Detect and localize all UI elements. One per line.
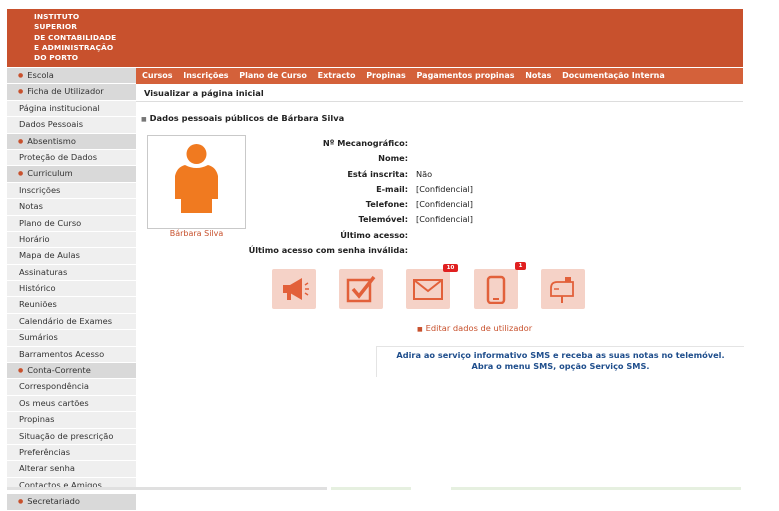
- envelope-icon: [413, 279, 443, 300]
- square-bullet-icon: ■: [141, 116, 147, 123]
- nav-extracto[interactable]: Extracto: [318, 68, 356, 84]
- sidebar-item-os-meus-cartoes[interactable]: Os meus cartões: [7, 396, 136, 413]
- sidebar-item-absentismo[interactable]: ● Absentismo: [7, 133, 136, 150]
- sidebar: ● Escola ● Ficha de Utilizador Página inst…: [7, 68, 136, 511]
- bullet-icon: ●: [18, 170, 24, 178]
- sms-info-line-1: Adira ao serviço informativo SMS e receb…: [396, 350, 725, 360]
- site-header: INSTITUTO SUPERIOR DE CONTABILIDADE E AD…: [7, 9, 743, 67]
- top-navigation: Cursos Inscrições Plano de Curso Extract…: [136, 68, 743, 84]
- bullet-icon: ●: [18, 137, 24, 145]
- label-nome: Nome:: [378, 153, 408, 163]
- label-telefone: Telefone:: [365, 199, 408, 209]
- megaphone-icon: [283, 278, 309, 300]
- label-ultimo-acesso-senha-invalida: Último acesso com senha inválida:: [248, 245, 408, 255]
- sidebar-item-mapa-de-aulas[interactable]: Mapa de Aulas: [7, 248, 136, 265]
- nav-cursos[interactable]: Cursos: [142, 68, 173, 84]
- announcements-button[interactable]: [272, 269, 316, 309]
- sidebar-item-alterar-senha[interactable]: Alterar senha: [7, 461, 136, 478]
- nav-plano-de-curso[interactable]: Plano de Curso: [239, 68, 307, 84]
- sidebar-item-preferencias[interactable]: Preferências: [7, 445, 136, 462]
- sidebar-item-pagina-institucional[interactable]: Página institucional: [7, 101, 136, 118]
- sidebar-item-sumarios[interactable]: Sumários: [7, 330, 136, 347]
- sidebar-item-conta-corrente[interactable]: ● Conta-Corrente: [7, 363, 136, 380]
- mobile-phone-icon: [486, 275, 506, 304]
- sms-info-line-2: Abra o menu SMS, opção Serviço SMS.: [471, 361, 650, 371]
- mailbox-icon: [550, 277, 574, 303]
- sidebar-item-protecao-de-dados[interactable]: Proteção de Dados: [7, 150, 136, 167]
- label-telemovel: Telemóvel:: [358, 214, 408, 224]
- institution-logo[interactable]: INSTITUTO SUPERIOR DE CONTABILIDADE E AD…: [34, 12, 116, 63]
- sms-button[interactable]: [474, 269, 518, 309]
- sidebar-item-barramentos-acesso[interactable]: Barramentos Acesso: [7, 347, 136, 364]
- value-telefone: [Confidencial]: [416, 199, 473, 209]
- nav-propinas[interactable]: Propinas: [366, 68, 406, 84]
- value-email: [Confidencial]: [416, 184, 473, 194]
- sidebar-item-situacao-de-prescricao[interactable]: Situação de prescrição: [7, 429, 136, 445]
- edit-user-data-link[interactable]: ■ Editar dados de utilizador: [417, 323, 532, 333]
- square-bullet-icon: ■: [417, 326, 423, 333]
- tasks-button[interactable]: [339, 269, 383, 309]
- sidebar-item-historico[interactable]: Histórico: [7, 281, 136, 298]
- sidebar-item-ficha-de-utilizador[interactable]: ● Ficha de Utilizador: [7, 84, 136, 101]
- nav-notas[interactable]: Notas: [525, 68, 551, 84]
- sidebar-item-assinaturas[interactable]: Assinaturas: [7, 265, 136, 282]
- checkbox-icon: [346, 275, 376, 303]
- sidebar-item-correspondencia[interactable]: Correspondência: [7, 379, 136, 396]
- label-email: E-mail:: [376, 184, 408, 194]
- value-esta-inscrita: Não: [416, 169, 433, 179]
- bullet-icon: ●: [18, 88, 24, 96]
- sidebar-item-reunioes[interactable]: Reuniões: [7, 297, 136, 314]
- sidebar-item-curriculum[interactable]: ● Curriculum: [7, 166, 136, 183]
- sidebar-item-dados-pessoais[interactable]: Dados Pessoais: [7, 117, 136, 134]
- sms-info-panel: Adira ao serviço informativo SMS e receb…: [376, 346, 744, 377]
- breadcrumb: Visualizar a página inicial: [136, 85, 743, 102]
- sms-badge: 1: [515, 262, 526, 270]
- nav-documentacao-interna[interactable]: Documentação Interna: [562, 68, 665, 84]
- label-esta-inscrita: Está inscrita:: [347, 169, 408, 179]
- nav-pagamentos-propinas[interactable]: Pagamentos propinas: [417, 68, 515, 84]
- messages-badge: 10: [443, 264, 458, 272]
- bullet-icon: ●: [18, 72, 24, 79]
- messages-button[interactable]: [406, 269, 450, 309]
- mailbox-button[interactable]: [541, 269, 585, 309]
- sidebar-item-calendario-de-exames[interactable]: Calendário de Exames: [7, 314, 136, 331]
- sidebar-item-escola[interactable]: ● Escola: [7, 68, 136, 85]
- value-telemovel: [Confidencial]: [416, 214, 473, 224]
- bullet-icon: ●: [18, 498, 24, 506]
- label-ultimo-acesso: Último acesso:: [340, 230, 408, 240]
- bottom-scrollbar[interactable]: [7, 487, 743, 499]
- sidebar-item-notas[interactable]: Notas: [7, 199, 136, 216]
- section-title: ■ Dados pessoais públicos de Bárbara Silv…: [141, 113, 345, 123]
- sidebar-item-inscricoes[interactable]: Inscrições: [7, 183, 136, 200]
- sidebar-item-horario[interactable]: Horário: [7, 232, 136, 249]
- sidebar-item-plano-de-curso[interactable]: Plano de Curso: [7, 216, 136, 232]
- label-numero-mecanografico: Nº Mecanográfico:: [322, 138, 408, 148]
- bullet-icon: ●: [18, 367, 24, 375]
- breadcrumb-text: Visualizar a página inicial: [144, 88, 264, 98]
- nav-inscricoes[interactable]: Inscrições: [183, 68, 228, 84]
- sidebar-item-propinas[interactable]: Propinas: [7, 412, 136, 429]
